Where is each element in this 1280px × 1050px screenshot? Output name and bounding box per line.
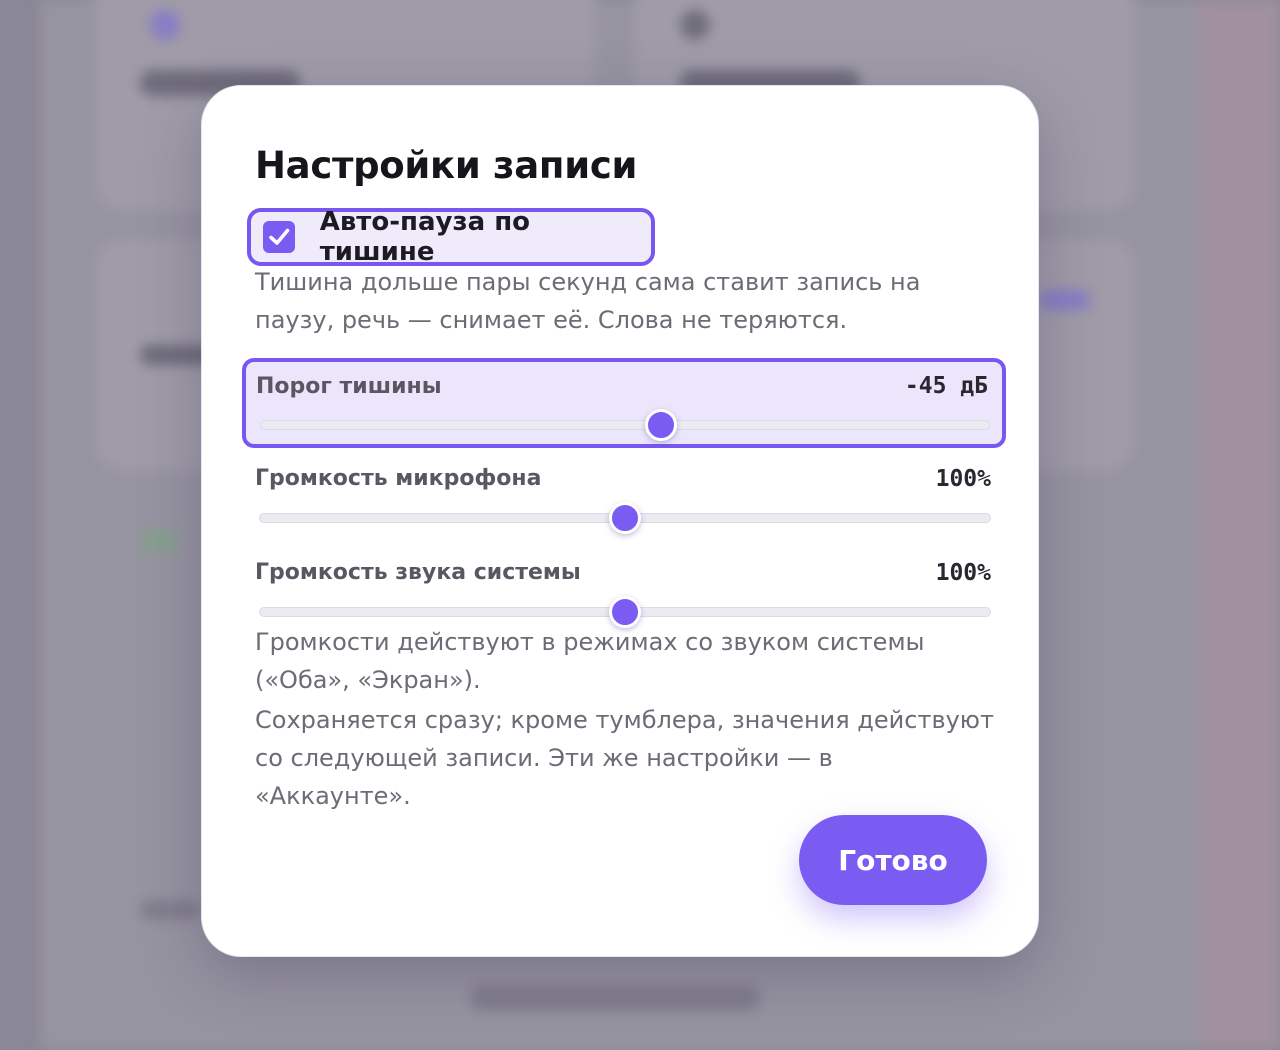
save-behavior-note: Сохраняется сразу; кроме тумблера, значе… <box>255 706 994 810</box>
system-volume-label: Громкость звука системы <box>255 560 581 585</box>
silence-threshold-thumb[interactable] <box>645 409 678 441</box>
system-volume-value: 100% <box>935 560 991 586</box>
recording-settings-dialog: Настройки записи Авто-пауза по тишине Ти… <box>201 85 1039 957</box>
microphone-volume-slider[interactable] <box>259 502 991 534</box>
volume-modes-note: Громкости действуют в режимах со звуком … <box>255 628 925 694</box>
system-volume-slider[interactable] <box>259 596 991 628</box>
auto-pause-checkbox[interactable] <box>263 221 295 253</box>
silence-threshold-slider[interactable] <box>260 409 990 441</box>
silence-threshold-control: Порог тишины -45 дБ <box>242 358 1006 448</box>
silence-threshold-label: Порог тишины <box>256 374 442 399</box>
microphone-volume-thumb[interactable] <box>609 502 641 534</box>
auto-pause-description: Тишина дольше пары секунд сама ставит за… <box>255 268 921 334</box>
microphone-volume-label: Громкость микрофона <box>255 466 542 491</box>
microphone-volume-control: Громкость микрофона 100% <box>255 466 991 536</box>
auto-pause-label: Авто-пауза по тишине <box>319 207 531 267</box>
system-volume-control: Громкость звука системы 100% <box>255 560 991 630</box>
silence-threshold-value: -45 дБ <box>904 373 988 399</box>
done-button[interactable]: Готово <box>799 815 987 905</box>
checkmark-icon <box>269 228 290 245</box>
auto-pause-checkbox-row[interactable]: Авто-пауза по тишине <box>247 207 655 267</box>
microphone-volume-value: 100% <box>935 466 991 492</box>
dialog-title: Настройки записи <box>255 144 638 187</box>
